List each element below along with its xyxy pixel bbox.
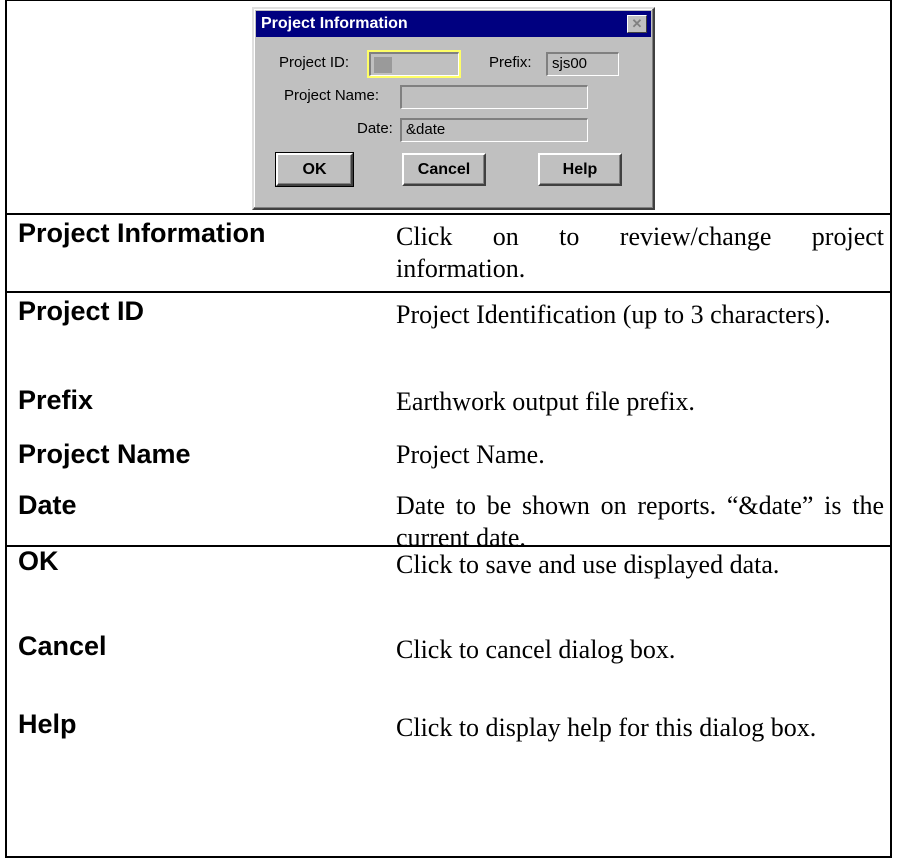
term-project-name: Project Name (18, 439, 191, 469)
desc-date: Date to be shown on reports. “&date” is … (396, 491, 884, 552)
close-icon[interactable]: ✕ (627, 15, 647, 33)
term-project-information: Project Information (18, 218, 266, 248)
desc-project-id: Project Identification (up to 3 characte… (396, 300, 831, 329)
prefix-field[interactable]: sjs00 (546, 52, 619, 76)
project-id-label: Project ID: (279, 54, 350, 71)
dialog-titlebar: Project Information ✕ (256, 11, 651, 37)
desc-project-information: Click on to review/change project inform… (396, 222, 884, 283)
desc-prefix: Earthwork output file prefix. (396, 387, 695, 416)
term-ok: OK (18, 546, 59, 576)
term-help: Help (18, 709, 77, 739)
row-divider (5, 213, 892, 215)
date-label: Date: (357, 120, 393, 137)
project-information-dialog: Project Information ✕ Project ID: Prefix… (252, 7, 655, 210)
term-date: Date (18, 490, 77, 520)
term-cancel: Cancel (18, 631, 107, 661)
ok-button[interactable]: OK (275, 152, 354, 187)
desc-ok: Click to save and use displayed data. (396, 550, 780, 579)
project-id-field[interactable] (367, 50, 461, 78)
date-field[interactable]: &date (400, 118, 588, 142)
desc-project-name: Project Name. (396, 440, 545, 469)
help-button[interactable]: Help (538, 153, 622, 186)
project-id-selection (374, 57, 392, 73)
desc-cancel: Click to cancel dialog box. (396, 635, 676, 664)
project-name-field[interactable] (400, 85, 588, 109)
term-project-id: Project ID (18, 296, 145, 326)
term-prefix: Prefix (18, 385, 94, 415)
dialog-title: Project Information (261, 15, 408, 32)
prefix-label: Prefix: (489, 54, 532, 71)
row-divider (5, 291, 892, 293)
desc-help: Click to display help for this dialog bo… (396, 713, 817, 742)
project-name-label: Project Name: (284, 87, 380, 104)
cancel-button[interactable]: Cancel (402, 153, 486, 186)
